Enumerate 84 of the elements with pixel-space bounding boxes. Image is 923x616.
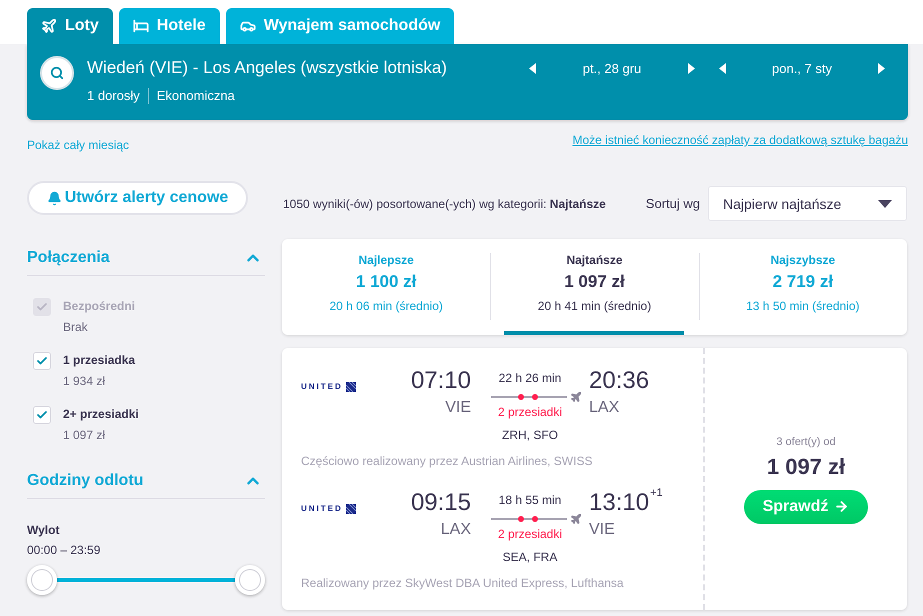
tab[interactable]: Loty bbox=[27, 8, 113, 44]
filter-heading[interactable]: Połączenia bbox=[27, 246, 110, 270]
airline-logo: UNITED bbox=[301, 382, 343, 392]
caret-left-icon bbox=[529, 62, 536, 74]
logo-mark-icon bbox=[346, 504, 356, 514]
airline-logo: UNITED bbox=[301, 504, 343, 514]
plane-icon bbox=[41, 18, 57, 34]
departure-time: 09:15 bbox=[410, 489, 471, 517]
offers-count: 3 ofert(y) od bbox=[776, 434, 836, 448]
option-price: 1 097 zł bbox=[63, 427, 106, 443]
filter-heading[interactable]: Godziny odlotu bbox=[27, 468, 144, 492]
sort-tab-title: Najtańsze bbox=[566, 252, 622, 268]
arrival-time: 13:10 bbox=[589, 489, 650, 517]
sort-tab-title: Najlepsze bbox=[358, 252, 414, 268]
operator-note: Realizowany przez SkyWest DBA United Express, Lufthansa bbox=[301, 575, 624, 591]
total-price: 1 097 zł bbox=[766, 452, 846, 480]
arrow-right-icon bbox=[834, 499, 850, 514]
month-link[interactable]: Pokaż cały miesiąc bbox=[27, 137, 130, 153]
flight-duration: 18 h 55 min bbox=[498, 492, 562, 508]
baggage-link[interactable]: Może istnieć konieczność zapłaty za dodatkową sztukę bagażu bbox=[572, 132, 908, 148]
search-icon bbox=[50, 66, 64, 80]
sort-tab[interactable]: Najtańsze 1 097 zł 20 h 41 min (średnio) bbox=[490, 239, 699, 335]
stopover-airports: ZRH, SFO bbox=[502, 427, 558, 443]
average-duration: 20 h 06 min (średnio) bbox=[329, 298, 443, 314]
arrival-airport: VIE bbox=[589, 520, 615, 540]
option-label: 2+ przesiadki bbox=[63, 406, 139, 422]
arrival-airport: LAX bbox=[589, 398, 620, 418]
slider-thumb[interactable] bbox=[27, 565, 57, 595]
option-price: Brak bbox=[63, 319, 88, 335]
date-picker[interactable]: pt., 28 gru bbox=[582, 60, 642, 76]
sort-select[interactable]: Najpierw najtańsze bbox=[708, 186, 907, 221]
plane-icon bbox=[570, 513, 582, 525]
caret-right-icon bbox=[688, 62, 695, 74]
check-offer-button[interactable]: Sprawdź bbox=[744, 490, 868, 524]
caret-right-icon bbox=[878, 62, 885, 74]
plane-icon bbox=[570, 391, 582, 403]
logo-mark-icon bbox=[346, 382, 356, 392]
bed-icon bbox=[132, 18, 149, 34]
sort-tab-price: 1 097 zł bbox=[564, 271, 625, 293]
operator-note: Częściowo realizowany przez Austrian Airlines, SWISS bbox=[301, 453, 592, 469]
check-icon bbox=[36, 409, 48, 421]
stop-dot bbox=[518, 394, 524, 400]
average-duration: 13 h 50 min (średnio) bbox=[746, 298, 860, 314]
bell-icon bbox=[46, 190, 62, 206]
stop-dot bbox=[532, 516, 538, 522]
check-icon bbox=[36, 301, 48, 313]
route-text[interactable]: Wiedeń (VIE) - Los Angeles (wszystkie lotniska) bbox=[87, 56, 447, 80]
time-range-value: 00:00 – 23:59 bbox=[27, 542, 100, 558]
day-offset: +1 bbox=[650, 487, 663, 499]
option-label: 1 przesiadka bbox=[63, 352, 136, 368]
sort-label: Sortuj wg bbox=[646, 196, 700, 211]
range-label: Wylot bbox=[27, 522, 60, 538]
results-summary: 1050 wyniki(-ów) posortowane(-ych) wg kategorii: Najtańsze bbox=[282, 196, 606, 210]
sort-tab[interactable]: Najszybsze 2 719 zł 13 h 50 min (średnio) bbox=[698, 239, 907, 335]
caret-left-icon bbox=[719, 62, 726, 74]
passengers-text: 1 dorosły bbox=[87, 87, 140, 105]
average-duration: 20 h 41 min (średnio) bbox=[538, 298, 652, 314]
checkbox[interactable] bbox=[33, 406, 51, 424]
departure-airport: LAX bbox=[440, 520, 471, 540]
option-label: Bezpośredni bbox=[63, 298, 136, 314]
sort-tab-price: 1 100 zł bbox=[356, 271, 416, 293]
price-alert-button[interactable]: Utwórz alerty cenowe bbox=[27, 181, 248, 215]
sort-tab-price: 2 719 zł bbox=[772, 271, 834, 293]
stops-count: 2 przesiadki bbox=[498, 526, 562, 542]
flight-duration: 22 h 26 min bbox=[498, 370, 562, 386]
dropdown-caret-icon bbox=[878, 200, 892, 208]
sort-tab-title: Najszybsze bbox=[770, 252, 836, 268]
sort-tab[interactable]: Najlepsze 1 100 zł 20 h 06 min (średnio) bbox=[282, 239, 490, 335]
tab[interactable]: Wynajem samochodów bbox=[226, 8, 454, 44]
departure-time: 07:10 bbox=[410, 367, 471, 395]
stops-count: 2 przesiadki bbox=[498, 404, 562, 420]
departure-airport: VIE bbox=[445, 398, 471, 418]
check-icon bbox=[36, 355, 48, 367]
checkbox[interactable] bbox=[33, 352, 51, 370]
stop-dot bbox=[518, 516, 524, 522]
search-button[interactable] bbox=[40, 56, 74, 90]
cabin-class-text: Ekonomiczna bbox=[156, 87, 235, 105]
arrival-time: 20:36 bbox=[589, 367, 650, 395]
stop-dot bbox=[532, 394, 538, 400]
date-picker[interactable]: pon., 7 sty bbox=[772, 60, 832, 76]
stopover-airports: SEA, FRA bbox=[502, 549, 558, 565]
option-price: 1 934 zł bbox=[63, 373, 106, 389]
tab[interactable]: Hotele bbox=[118, 8, 220, 44]
slider-thumb[interactable] bbox=[235, 565, 265, 595]
